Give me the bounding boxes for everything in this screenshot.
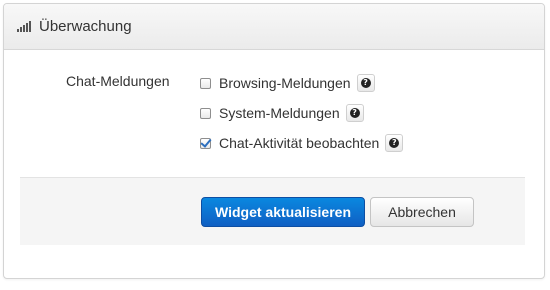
- form-actions: Widget aktualisieren Abbrechen: [20, 177, 525, 245]
- option-system[interactable]: System-Meldungen ?: [200, 102, 403, 124]
- browsing-label[interactable]: Browsing-Meldungen: [219, 75, 351, 91]
- panel-title: Überwachung: [39, 18, 132, 35]
- chat-notifications-label: Chat-Meldungen: [66, 73, 170, 89]
- question-icon: ?: [389, 138, 400, 148]
- chat-activity-label[interactable]: Chat-Aktivität beobachten: [219, 135, 379, 151]
- browsing-checkbox[interactable]: [200, 77, 211, 89]
- question-icon: ?: [360, 78, 371, 88]
- option-chat-activity[interactable]: Chat-Aktivität beobachten ?: [200, 132, 404, 154]
- chat-activity-help-button[interactable]: ?: [385, 134, 404, 152]
- update-widget-button[interactable]: Widget aktualisieren: [201, 197, 365, 227]
- system-label[interactable]: System-Meldungen: [219, 105, 340, 121]
- option-browsing[interactable]: Browsing-Meldungen ?: [200, 72, 403, 94]
- question-icon: ?: [349, 108, 360, 118]
- cancel-button[interactable]: Abbrechen: [370, 197, 474, 227]
- options-group: Browsing-Meldungen ? System-Meldungen ? …: [200, 72, 404, 162]
- chat-activity-checkbox[interactable]: [200, 137, 211, 149]
- browsing-help-button[interactable]: ?: [356, 74, 375, 92]
- system-checkbox[interactable]: [200, 107, 211, 119]
- panel-header: Überwachung: [4, 4, 544, 50]
- settings-panel: Überwachung Chat-Meldungen Browsing-Meld…: [3, 3, 545, 279]
- signal-bars-icon: [17, 21, 31, 32]
- system-help-button[interactable]: ?: [345, 104, 364, 122]
